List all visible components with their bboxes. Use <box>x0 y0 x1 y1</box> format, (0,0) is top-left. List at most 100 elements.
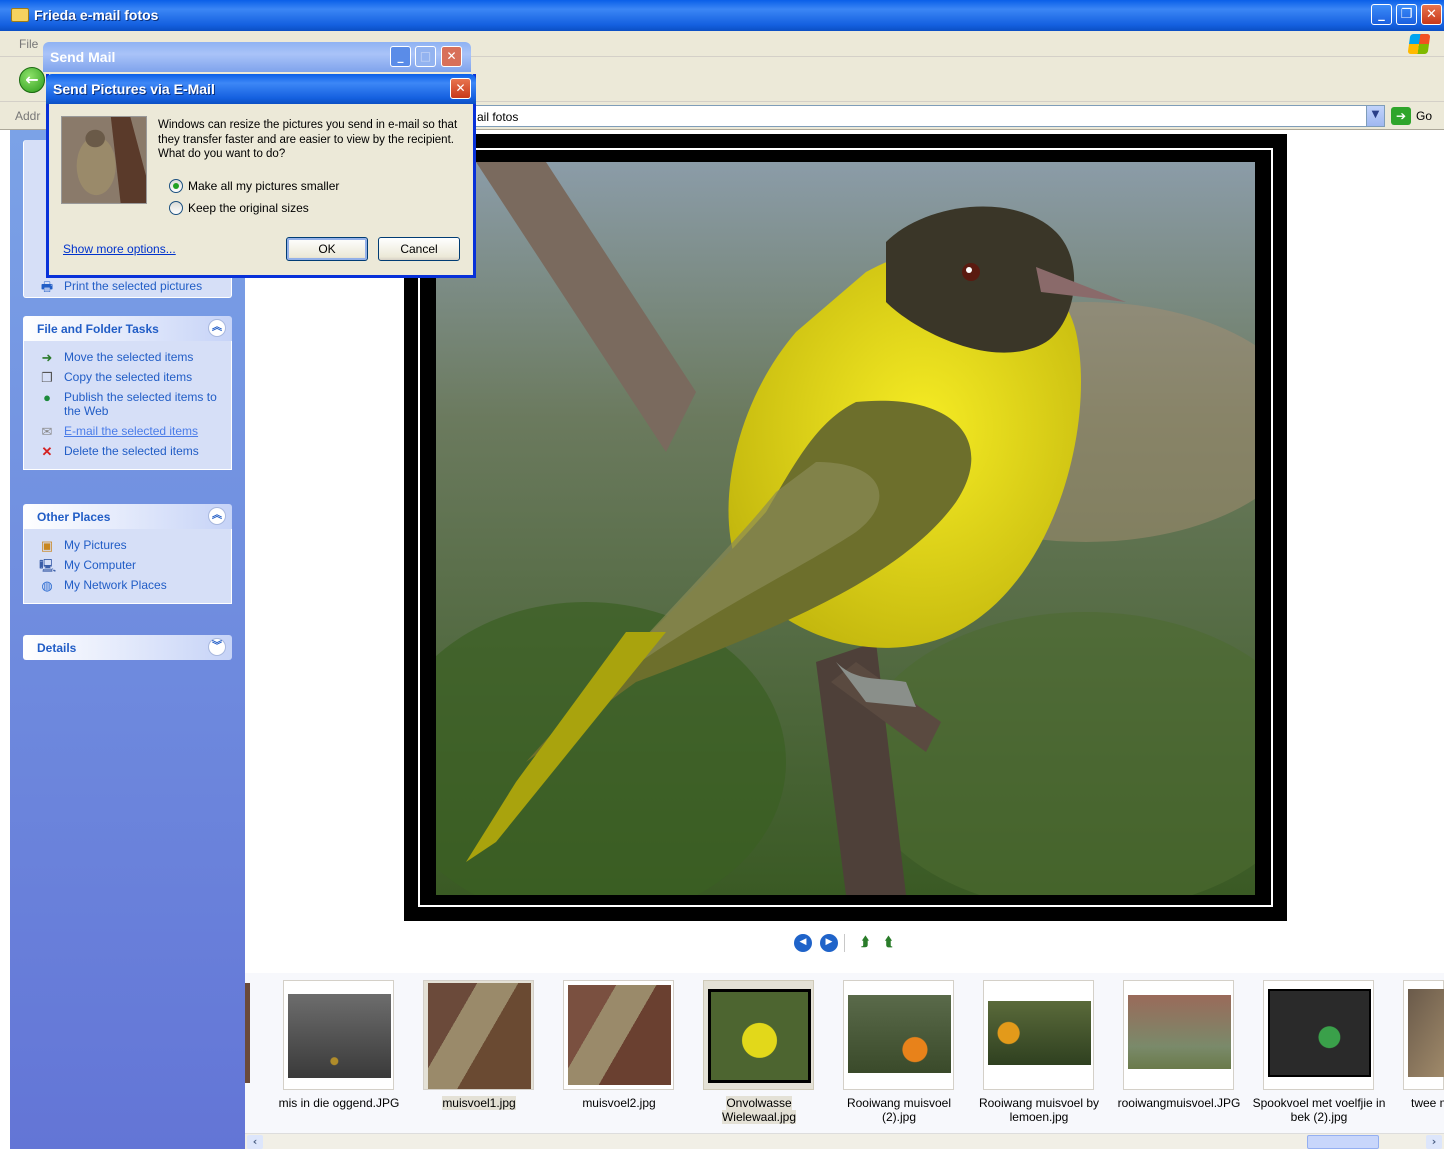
task-email[interactable]: ✉ E-mail the selected items <box>24 421 231 441</box>
thumbnail-caption: twee mui <box>1411 1096 1444 1110</box>
radio-label: Make all my pictures smaller <box>188 179 340 193</box>
print-pictures-task[interactable]: 🖶 Print the selected pictures <box>24 276 212 296</box>
thumbnail-image <box>288 994 391 1078</box>
thumbnail-item[interactable]: Spookvoel met voelfjie in bek (2).jpg <box>1253 980 1385 1124</box>
radio-button[interactable] <box>169 201 183 215</box>
file-folder-tasks-title: File and Folder Tasks <box>37 322 159 336</box>
email-icon: ✉ <box>41 424 53 439</box>
radio-label: Keep the original sizes <box>188 201 309 215</box>
thumbnail-image <box>1408 989 1444 1077</box>
address-input[interactable]: ail fotos ▼ <box>470 105 1385 127</box>
task-move[interactable]: ➜ Move the selected items <box>24 347 231 367</box>
bird-photo <box>436 162 1255 895</box>
thumbnail-item[interactable]: Rooiwang muisvoel (2).jpg <box>843 980 954 1124</box>
task-pane: 🖶 Print the selected pictures File and F… <box>10 130 245 1149</box>
send-pictures-dialog: Send Pictures via E-Mail ✕ Windows can r… <box>46 74 476 278</box>
rotate-clockwise-button[interactable]: ⮭ <box>856 934 874 952</box>
thumbnail-image <box>568 985 671 1085</box>
viewer-controls: ◀ ▶ ⮭ ⮬ <box>794 934 914 954</box>
address-value: ail fotos <box>477 110 519 124</box>
my-pictures-icon: ▣ <box>40 538 54 553</box>
task-publish[interactable]: ● Publish the selected items to the Web <box>24 387 231 421</box>
thumbnail-image <box>1128 995 1231 1069</box>
thumbnail-image <box>1268 989 1371 1077</box>
thumbnail-item[interactable]: mis in die oggend.JPG <box>279 980 399 1110</box>
task-copy[interactable]: ❐ Copy the selected items <box>24 367 231 387</box>
thumbnail-item[interactable]: rooiwangmuisvoel.JPG <box>1118 980 1240 1110</box>
delete-icon: ✕ <box>41 444 53 459</box>
dialog-close-button[interactable]: ✕ <box>450 78 471 99</box>
thumbnail-caption: muisvoel2.jpg <box>582 1096 656 1110</box>
previous-image-button[interactable]: ◀ <box>794 934 812 952</box>
close-button[interactable]: ✕ <box>441 46 462 67</box>
thumbnail-image <box>848 995 951 1073</box>
radio-button-selected[interactable] <box>169 179 183 193</box>
minimize-button[interactable]: _ <box>390 46 411 67</box>
scroll-right-button[interactable]: › <box>1426 1135 1442 1149</box>
filmstrip: mis in die oggend.JPG muisvoel1.jpg muis… <box>245 973 1444 1149</box>
place-network[interactable]: ◍ My Network Places <box>24 575 231 595</box>
partial-thumbnail <box>245 983 250 1083</box>
expand-chevron-icon[interactable]: ︾ <box>208 638 226 656</box>
window-title: Frieda e-mail fotos <box>34 7 159 23</box>
windows-logo-icon <box>1407 34 1431 54</box>
copy-icon: ❐ <box>41 370 53 385</box>
photo-frame <box>404 134 1287 921</box>
menu-file[interactable]: File <box>19 37 38 51</box>
thumbnail-item-selected[interactable]: Onvolwasse Wielewaal.jpg <box>703 980 814 1124</box>
other-places-panel: Other Places ︽ ▣ My Pictures 🖳 My Computer… <box>23 504 232 604</box>
filmstrip-scrollbar[interactable]: ‹ › <box>245 1133 1444 1149</box>
separator <box>844 934 845 952</box>
details-title: Details <box>37 641 77 655</box>
folder-icon <box>11 8 29 22</box>
window-titlebar: Frieda e-mail fotos _ ❐ ✕ <box>0 0 1444 31</box>
back-button[interactable]: ← <box>19 67 45 93</box>
dialog-titlebar: Send Pictures via E-Mail ✕ <box>46 74 476 104</box>
collapse-chevron-icon[interactable]: ︽ <box>208 507 226 525</box>
show-more-options-link[interactable]: Show more options... <box>63 242 176 256</box>
maximize-button: □ <box>415 46 436 67</box>
go-arrow-icon: ➔ <box>1391 107 1411 125</box>
task-delete[interactable]: ✕ Delete the selected items <box>24 441 231 461</box>
address-dropdown-button[interactable]: ▼ <box>1366 106 1384 126</box>
network-icon: ◍ <box>41 578 53 593</box>
next-image-button[interactable]: ▶ <box>820 934 838 952</box>
restore-button[interactable]: ❐ <box>1396 4 1417 25</box>
minimize-button[interactable]: _ <box>1371 4 1392 25</box>
scroll-thumb[interactable] <box>1307 1135 1379 1149</box>
scroll-left-button[interactable]: ‹ <box>247 1135 263 1149</box>
go-button[interactable]: ➔ Go <box>1391 106 1441 126</box>
details-panel: Details ︾ <box>23 635 232 660</box>
send-mail-title: Send Mail <box>50 49 116 65</box>
thumbnail-image <box>428 983 531 1089</box>
thumbnail-caption: muisvoel1.jpg <box>442 1096 516 1110</box>
place-my-computer[interactable]: 🖳 My Computer <box>24 555 231 575</box>
place-my-pictures[interactable]: ▣ My Pictures <box>24 535 231 555</box>
collapse-chevron-icon[interactable]: ︽ <box>208 319 226 337</box>
other-places-header[interactable]: Other Places ︽ <box>23 504 232 529</box>
rotate-counterclockwise-button[interactable]: ⮬ <box>880 934 898 952</box>
thumbnail-image <box>708 989 811 1083</box>
close-button[interactable]: ✕ <box>1421 4 1442 25</box>
my-computer-icon: 🖳 <box>39 558 57 573</box>
details-header[interactable]: Details ︾ <box>23 635 232 660</box>
dialog-title: Send Pictures via E-Mail <box>53 81 215 97</box>
thumbnail-item[interactable]: Rooiwang muisvoel by lemoen.jpg <box>979 980 1099 1124</box>
printer-icon: 🖶 <box>40 279 54 294</box>
file-folder-tasks-panel: File and Folder Tasks ︽ ➜ Move the select… <box>23 316 232 470</box>
thumbnail-item[interactable]: muisvoel1.jpg <box>423 980 534 1110</box>
address-label: Addr <box>15 109 41 123</box>
cancel-button[interactable]: Cancel <box>378 237 460 261</box>
file-folder-tasks-header[interactable]: File and Folder Tasks ︽ <box>23 316 232 341</box>
move-icon: ➜ <box>41 350 53 365</box>
thumbnail-image <box>988 1001 1091 1065</box>
globe-icon: ● <box>43 390 51 405</box>
thumbnail-caption: mis in die oggend.JPG <box>278 1096 400 1110</box>
dialog-picture-thumbnail <box>61 116 147 204</box>
go-label: Go <box>1416 109 1433 123</box>
ok-button[interactable]: OK <box>286 237 368 261</box>
thumbnail-item[interactable]: twee mui <box>1403 980 1444 1110</box>
thumbnail-item[interactable]: muisvoel2.jpg <box>563 980 674 1110</box>
other-places-title: Other Places <box>37 510 111 524</box>
send-mail-titlebar: Send Mail _ □ ✕ <box>43 42 471 72</box>
